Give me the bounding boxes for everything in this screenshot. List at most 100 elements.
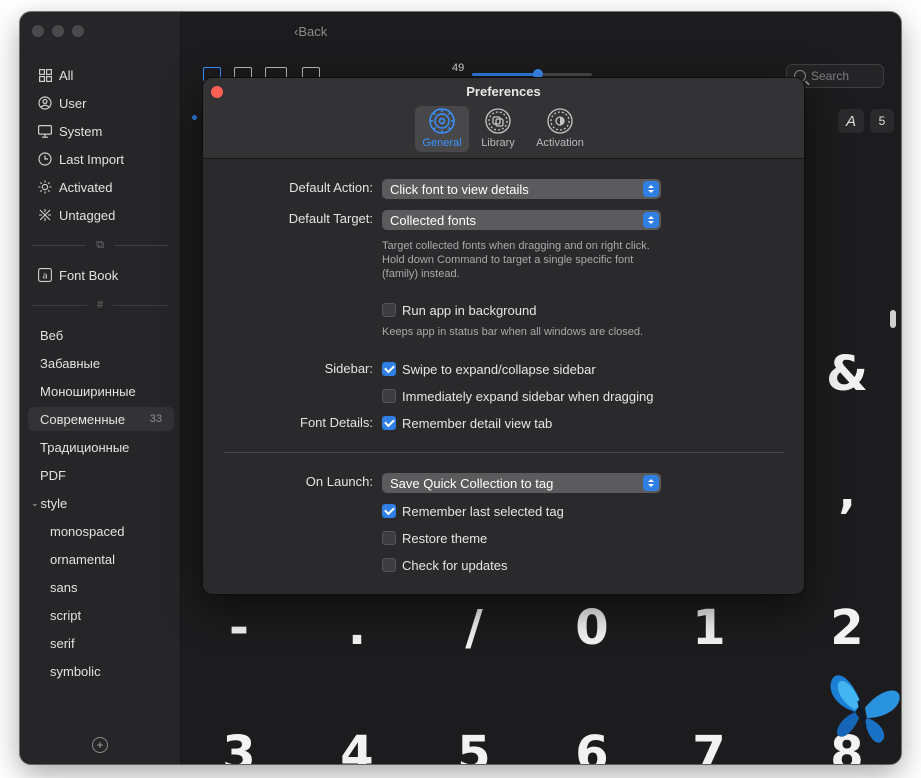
sidebar-tag-selected[interactable]: Современные 33	[28, 407, 174, 431]
sidebar-tag[interactable]: Веб	[28, 323, 174, 347]
scrollbar-thumb[interactable]	[890, 310, 896, 328]
swipe-expand-checkbox[interactable]: Swipe to expand/collapse sidebar	[382, 360, 596, 378]
checkbox-box[interactable]	[382, 362, 396, 376]
clock-icon	[38, 152, 52, 166]
sidebar-item-last-import[interactable]: Last Import	[28, 147, 174, 171]
checkbox-box[interactable]	[382, 416, 396, 430]
sidebar-tag[interactable]: Забавные	[28, 351, 174, 375]
tab-label: General	[422, 137, 462, 149]
butterfly-logo-icon	[830, 675, 900, 743]
checkbox-label: Restore theme	[402, 530, 488, 546]
sidebar-subtag[interactable]: symbolic	[28, 659, 174, 683]
glyph-cell[interactable]: 7	[674, 730, 744, 764]
sidebar-subtag-label: monospaced	[50, 523, 125, 539]
sidebar-tag[interactable]: PDF	[28, 463, 174, 487]
sidebar-subtag[interactable]: monospaced	[28, 519, 174, 543]
tab-library[interactable]: Library	[475, 106, 521, 152]
glyph-cell[interactable]: 4	[322, 730, 392, 764]
default-target-value: Collected fonts	[390, 212, 476, 228]
checkbox-box[interactable]	[382, 389, 396, 403]
sidebar-tag[interactable]: Моноширинные	[28, 379, 174, 403]
sidebar-tag[interactable]: Традиционные	[28, 435, 174, 459]
popup-arrows-icon	[643, 212, 659, 228]
sidebar-group-style[interactable]: ⌄ style	[28, 491, 174, 515]
add-tag-button[interactable]: +	[92, 737, 108, 753]
glyph-cell[interactable]: 5	[439, 730, 509, 764]
on-launch-value: Save Quick Collection to tag	[390, 475, 554, 491]
grid-icon	[38, 68, 52, 82]
default-action-popup[interactable]: Click font to view details	[382, 179, 661, 199]
sidebar-subtag[interactable]: ornamental	[28, 547, 174, 571]
tab-activation[interactable]: Activation	[529, 106, 591, 152]
sidebar-item-user[interactable]: User	[28, 91, 174, 115]
sidebar-subtag-label: sans	[50, 579, 78, 595]
close-window-button[interactable]	[32, 25, 44, 37]
check-updates-checkbox[interactable]: Check for updates	[382, 556, 508, 574]
untagged-icon	[38, 208, 52, 222]
back-button[interactable]: ‹Back	[294, 24, 327, 39]
sidebar-tag-label: Забавные	[40, 355, 101, 371]
zoom-window-button[interactable]	[72, 25, 84, 37]
sidebar-item-label: Last Import	[59, 151, 125, 167]
checkbox-label: Check for updates	[402, 557, 508, 573]
glyph-cell[interactable]: 2	[812, 604, 882, 652]
run-background-checkbox[interactable]: Run app in background	[382, 301, 536, 319]
gear-icon	[429, 108, 455, 134]
sidebar-item-untagged[interactable]: Untagged	[28, 203, 174, 227]
svg-text:a: a	[42, 272, 48, 282]
glyph-cell[interactable]: 6	[557, 730, 627, 764]
checkbox-box[interactable]	[382, 303, 396, 317]
sidebar-item-activated[interactable]: Activated	[28, 175, 174, 199]
sidebar: All User System Last Import Activated Un…	[20, 12, 181, 764]
checkbox-label: Remember last selected tag	[402, 503, 564, 519]
sidebar-label: Sidebar:	[324, 361, 373, 376]
sidebar-divider-tags: #	[32, 298, 168, 312]
checkbox-label: Remember detail view tab	[402, 415, 553, 431]
font-style-icon: A	[845, 112, 856, 130]
on-launch-popup[interactable]: Save Quick Collection to tag	[382, 473, 661, 493]
sidebar-subtag[interactable]: script	[28, 603, 174, 627]
default-target-help: Target collected fonts when dragging and…	[382, 240, 650, 280]
popup-arrows-icon	[643, 181, 659, 197]
sidebar-tag-label: Традиционные	[40, 439, 130, 455]
default-action-value: Click font to view details	[390, 181, 529, 197]
sidebar-item-label: User	[59, 95, 87, 111]
minimize-window-button[interactable]	[52, 25, 64, 37]
remember-tag-checkbox[interactable]: Remember last selected tag	[382, 502, 564, 520]
preferences-title: Preferences	[466, 84, 541, 99]
search-placeholder: Search	[811, 69, 850, 83]
sidebar-subtag[interactable]: serif	[28, 631, 174, 655]
popup-arrows-icon	[643, 475, 659, 491]
expand-dragging-checkbox[interactable]: Immediately expand sidebar when dragging	[382, 387, 654, 405]
glyph-cell[interactable]: ’	[812, 494, 882, 542]
checkbox-box[interactable]	[382, 531, 396, 545]
status-dot	[192, 115, 197, 120]
glyph-cell[interactable]: -	[204, 604, 274, 652]
hashtag-icon: #	[96, 299, 104, 311]
glyph-cell[interactable]: /	[439, 604, 509, 652]
sidebar-item-system[interactable]: System	[28, 119, 174, 143]
sidebar-item-font-book[interactable]: a Font Book	[28, 263, 174, 287]
sidebar-item-all[interactable]: All	[28, 63, 174, 87]
glyph-cell[interactable]: .	[322, 604, 392, 652]
default-target-label: Default Target:	[288, 211, 373, 226]
sidebar-subtag[interactable]: sans	[28, 575, 174, 599]
glyph-cell[interactable]: 3	[204, 730, 274, 764]
tab-general[interactable]: General	[415, 106, 469, 152]
checkbox-box[interactable]	[382, 558, 396, 572]
restore-theme-checkbox[interactable]: Restore theme	[382, 529, 487, 547]
count-badge[interactable]: 5	[870, 109, 894, 133]
font-style-button[interactable]: A	[838, 109, 864, 133]
sidebar-item-label: Font Book	[59, 267, 119, 283]
default-target-popup[interactable]: Collected fonts	[382, 210, 661, 230]
checkbox-label: Run app in background	[402, 302, 537, 318]
glyph-cell[interactable]: 1	[674, 604, 744, 652]
sidebar-tag-label: PDF	[40, 467, 66, 483]
monitor-icon	[38, 124, 52, 138]
glyph-cell[interactable]: &	[812, 350, 882, 398]
checkbox-label: Swipe to expand/collapse sidebar	[402, 361, 596, 377]
chevron-down-icon[interactable]: ⌄	[31, 498, 39, 509]
glyph-cell[interactable]: 0	[557, 604, 627, 652]
checkbox-box[interactable]	[382, 504, 396, 518]
remember-tab-checkbox[interactable]: Remember detail view tab	[382, 414, 552, 432]
